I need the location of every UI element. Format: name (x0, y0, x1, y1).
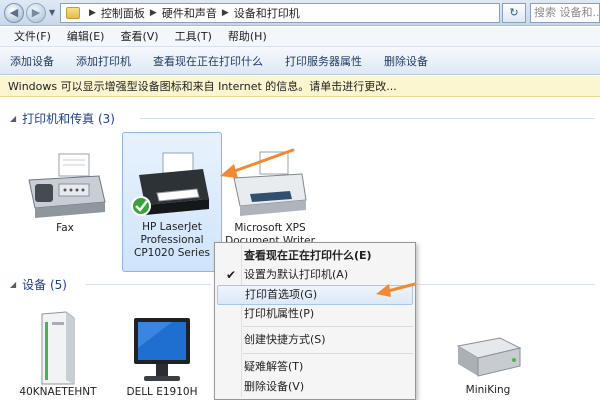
orange-arrow-icon (220, 148, 295, 178)
annotation-overlay (220, 148, 417, 297)
orange-arrow-icon (376, 282, 417, 297)
